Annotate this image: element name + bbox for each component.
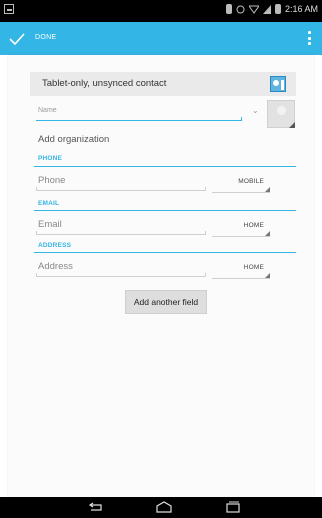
recent-apps-icon[interactable] [225, 501, 241, 513]
account-label: Tablet-only, unsynced contact [42, 78, 167, 89]
address-input-underline [36, 273, 206, 277]
add-another-field-button[interactable]: Add another field [125, 290, 207, 314]
battery-small-icon [225, 4, 232, 14]
action-bar: DONE [0, 22, 322, 55]
email-input-underline [36, 231, 206, 235]
address-section-divider [34, 252, 296, 253]
back-icon[interactable] [88, 502, 104, 512]
add-organization[interactable]: Add organization [38, 134, 109, 145]
address-type-underline [212, 278, 270, 279]
email-section-label: EMAIL [38, 200, 60, 207]
notification-icon [4, 4, 14, 14]
alarm-icon [236, 5, 245, 13]
done-button[interactable]: DONE [35, 34, 56, 41]
overflow-menu-icon[interactable] [308, 31, 311, 45]
home-icon[interactable] [155, 501, 173, 513]
status-icons: 2:16 AM [225, 4, 318, 14]
contact-photo[interactable] [267, 100, 295, 128]
status-time: 2:16 AM [284, 4, 318, 14]
navigation-bar [0, 497, 322, 518]
account-header: Tablet-only, unsynced contact [30, 72, 296, 96]
address-input[interactable]: Address [38, 261, 73, 272]
phone-type-select[interactable]: MOBILE [212, 172, 270, 192]
phone-section-label: PHONE [38, 155, 63, 162]
email-input[interactable]: Email [38, 219, 62, 230]
signal-icon [262, 4, 271, 14]
email-type-select[interactable]: HOME [212, 216, 270, 236]
contact-card-icon [270, 76, 286, 92]
phone-type-underline [212, 192, 270, 193]
address-section-label: ADDRESS [38, 242, 72, 249]
phone-input[interactable]: Phone [38, 175, 65, 186]
wifi-icon [248, 5, 259, 14]
name-input-underline [36, 117, 242, 121]
chevron-down-icon[interactable]: ⌄ [252, 106, 259, 115]
email-section-divider [34, 210, 296, 211]
address-type-select[interactable]: HOME [212, 258, 270, 278]
phone-section-divider [34, 166, 296, 167]
battery-icon [274, 4, 281, 14]
phone-input-underline [36, 187, 206, 191]
checkmark-icon[interactable] [9, 33, 25, 45]
name-input[interactable]: Name [38, 107, 57, 114]
email-type-underline [212, 236, 270, 237]
status-bar: 2:16 AM [0, 0, 322, 22]
